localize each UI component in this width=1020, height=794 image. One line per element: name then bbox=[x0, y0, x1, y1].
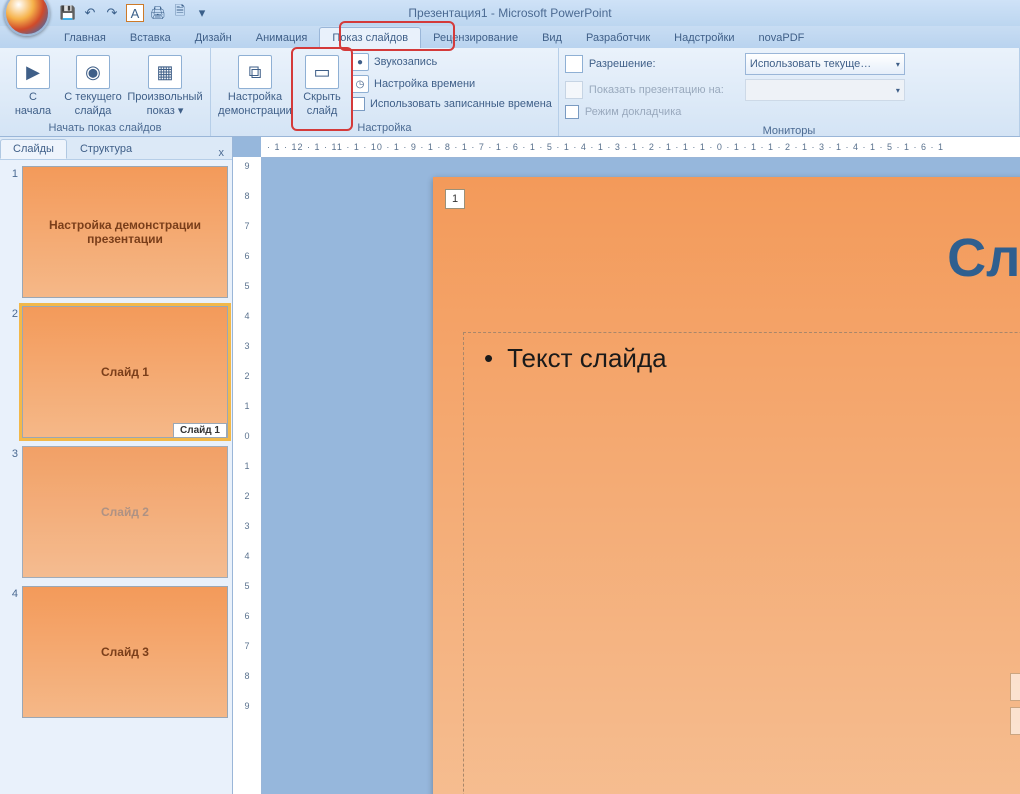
group-start-slideshow: ▶ С начала ◉ С текущего слайда ▦ Произво… bbox=[0, 48, 211, 136]
label: слайда bbox=[75, 105, 112, 117]
custom-slideshow-button[interactable]: ▦ Произвольный показ ▾ bbox=[126, 51, 204, 120]
insert-table-icon[interactable]: ▦ bbox=[1010, 673, 1020, 701]
play-from-start-icon: ▶ bbox=[16, 55, 50, 89]
thumb-tooltip: Слайд 1 bbox=[173, 423, 227, 438]
play-from-current-icon: ◉ bbox=[76, 55, 110, 89]
thumb-title: Слайд 1 bbox=[101, 365, 149, 379]
label: С bbox=[29, 91, 37, 103]
new-doc-icon[interactable]: 🗎 bbox=[172, 5, 188, 21]
thumb-number: 4 bbox=[4, 586, 22, 600]
tab-novapdf[interactable]: novaPDF bbox=[747, 28, 817, 48]
slide-thumb-4[interactable]: Слайд 3 bbox=[22, 586, 228, 718]
setup-slideshow-button[interactable]: ⧉ Настройка демонстрации bbox=[217, 51, 293, 120]
monitor-icon bbox=[565, 81, 583, 99]
tab-design[interactable]: Дизайн bbox=[183, 28, 244, 48]
chevron-down-icon: ▾ bbox=[896, 86, 900, 95]
group-label: Настройка bbox=[217, 120, 552, 136]
tab-addins[interactable]: Надстройки bbox=[662, 28, 746, 48]
slide-body-placeholder[interactable]: Текст слайда ▦ ▮ ➤ ▧ ☺ ◌ bbox=[463, 332, 1020, 794]
slide-thumb-3[interactable]: Слайд 2 bbox=[22, 446, 228, 578]
redo-icon[interactable]: ↷ bbox=[104, 5, 120, 21]
ribbon-tabs: Главная Вставка Дизайн Анимация Показ сл… bbox=[0, 26, 1020, 48]
label: Произвольный bbox=[127, 91, 202, 103]
panel-tab-slides[interactable]: Слайды bbox=[0, 139, 67, 159]
label: Настройка времени bbox=[374, 78, 475, 90]
title-bar: 💾 ↶ ↷ A 🖨 🗎 ▾ Презентация1 - Microsoft P… bbox=[0, 0, 1020, 26]
slide-thumb-2[interactable]: Слайд 1 Слайд 1 bbox=[22, 306, 228, 438]
monitor-icon bbox=[565, 55, 583, 73]
presenter-view-checkbox: Режим докладчика bbox=[585, 106, 681, 118]
print-icon[interactable]: 🖨 bbox=[150, 5, 166, 21]
chevron-down-icon: ▾ bbox=[896, 60, 900, 69]
clock-icon: ◷ bbox=[351, 75, 369, 93]
tab-view[interactable]: Вид bbox=[530, 28, 574, 48]
insert-picture-icon[interactable]: ▧ bbox=[1010, 707, 1020, 735]
resolution-select[interactable]: Использовать текуще… ▾ bbox=[745, 53, 905, 75]
thumb-title: Слайд 3 bbox=[101, 645, 149, 659]
label: демонстрации bbox=[218, 105, 292, 117]
panel-tab-outline[interactable]: Структура bbox=[67, 139, 145, 159]
tab-slideshow[interactable]: Показ слайдов bbox=[319, 27, 421, 48]
label: С текущего bbox=[64, 91, 121, 103]
label: Скрыть bbox=[303, 91, 341, 103]
font-a-icon[interactable]: A bbox=[126, 4, 144, 22]
slide-indicator: 1 bbox=[445, 189, 465, 209]
bullet-text: Текст слайда bbox=[484, 343, 1020, 374]
tab-home[interactable]: Главная bbox=[52, 28, 118, 48]
quick-access-toolbar: 💾 ↶ ↷ A 🖨 🗎 ▾ bbox=[60, 4, 210, 22]
hide-slide-button[interactable]: ▭ Скрыть слайд bbox=[295, 51, 349, 120]
custom-show-icon: ▦ bbox=[148, 55, 182, 89]
tab-insert[interactable]: Вставка bbox=[118, 28, 183, 48]
slide-title-placeholder[interactable]: Слайд 2 bbox=[947, 227, 1020, 289]
show-on-label: Показать презентацию на: bbox=[589, 84, 739, 96]
resolution-label: Разрешение: bbox=[589, 58, 739, 70]
content-placeholder-icons: ▦ ▮ ➤ ▧ ☺ ◌ bbox=[1010, 673, 1020, 735]
tab-review[interactable]: Рецензирование bbox=[421, 28, 530, 48]
thumb-number: 3 bbox=[4, 446, 22, 460]
content-area: Слайды Структура x 1 Настройка демонстра… bbox=[0, 137, 1020, 794]
thumb-number: 2 bbox=[4, 306, 22, 320]
label: Настройка bbox=[228, 91, 282, 103]
rehearse-timings-button[interactable]: ◷ Настройка времени bbox=[351, 75, 552, 93]
label: Использовать текуще… bbox=[750, 58, 871, 70]
tab-developer[interactable]: Разработчик bbox=[574, 28, 662, 48]
checkbox-icon bbox=[565, 105, 579, 119]
thumbnails-list: 1 Настройка демонстрации презентации 2 С… bbox=[0, 160, 232, 794]
thumb-number: 1 bbox=[4, 166, 22, 180]
thumb-title: Настройка демонстрации презентации bbox=[23, 218, 227, 246]
horizontal-ruler: · 1 · 12 · 1 · 11 · 1 · 10 · 1 · 9 · 1 ·… bbox=[261, 137, 1020, 158]
from-beginning-button[interactable]: ▶ С начала bbox=[6, 51, 60, 120]
hide-slide-icon: ▭ bbox=[305, 55, 339, 89]
tab-animation[interactable]: Анимация bbox=[244, 28, 320, 48]
from-current-button[interactable]: ◉ С текущего слайда bbox=[62, 51, 124, 120]
use-timings-checkbox[interactable]: Использовать записанные времена bbox=[351, 97, 552, 111]
thumb-title: Слайд 2 bbox=[101, 505, 149, 519]
panel-close-button[interactable]: x bbox=[211, 147, 233, 159]
label: начала bbox=[15, 105, 51, 117]
checkbox-icon bbox=[351, 97, 365, 111]
setup-icon: ⧉ bbox=[238, 55, 272, 89]
record-icon: ● bbox=[351, 53, 369, 71]
group-monitors: Разрешение: Использовать текуще… ▾ Показа… bbox=[559, 48, 1020, 136]
label: Звукозапись bbox=[374, 56, 437, 68]
label: показ ▾ bbox=[147, 105, 184, 117]
group-label: Начать показ слайдов bbox=[6, 120, 204, 136]
slide-canvas[interactable]: 1 Слайд 2 Текст слайда ▦ ▮ ➤ ▧ ☺ ◌ bbox=[433, 177, 1020, 794]
record-narration-button[interactable]: ● Звукозапись bbox=[351, 53, 552, 71]
save-icon[interactable]: 💾 bbox=[60, 5, 76, 21]
vertical-ruler: 9876543210123456789 bbox=[233, 157, 262, 794]
label: слайд bbox=[307, 105, 338, 117]
slide-thumb-1[interactable]: Настройка демонстрации презентации bbox=[22, 166, 228, 298]
show-on-select: ▾ bbox=[745, 79, 905, 101]
slide-edit-area: · 1 · 12 · 1 · 11 · 1 · 10 · 1 · 9 · 1 ·… bbox=[233, 137, 1020, 794]
qat-dropdown-icon[interactable]: ▾ bbox=[194, 5, 210, 21]
ribbon: ▶ С начала ◉ С текущего слайда ▦ Произво… bbox=[0, 48, 1020, 137]
slides-panel: Слайды Структура x 1 Настройка демонстра… bbox=[0, 137, 233, 794]
group-setup: ⧉ Настройка демонстрации ▭ Скрыть слайд … bbox=[211, 48, 559, 136]
label: Использовать записанные времена bbox=[370, 98, 552, 110]
undo-icon[interactable]: ↶ bbox=[82, 5, 98, 21]
